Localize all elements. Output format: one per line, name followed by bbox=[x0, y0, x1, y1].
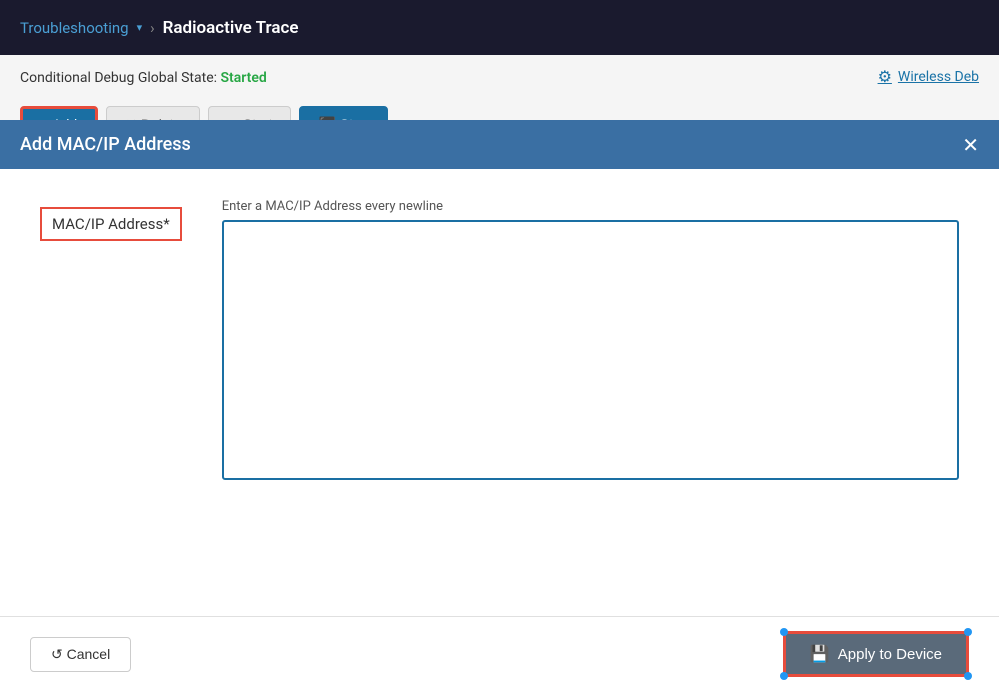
modal-title: Add MAC/IP Address bbox=[20, 134, 191, 155]
nav-separator: › bbox=[150, 19, 155, 37]
field-hint-text: Enter a MAC/IP Address every newline bbox=[222, 199, 959, 214]
modal-footer: ↺ Cancel 💾 Apply to Device bbox=[0, 616, 999, 691]
apply-to-device-button[interactable]: 💾 Apply to Device bbox=[783, 631, 969, 677]
corner-dot-bl bbox=[780, 672, 788, 680]
modal-header: Add MAC/IP Address ✕ bbox=[0, 120, 999, 169]
debug-status-container: Conditional Debug Global State: Started bbox=[20, 67, 267, 86]
debug-status-value: Started bbox=[221, 70, 267, 86]
add-mac-ip-modal: Add MAC/IP Address ✕ MAC/IP Address* Ent… bbox=[0, 120, 999, 691]
corner-dot-br bbox=[964, 672, 972, 680]
mac-ip-field-label: MAC/IP Address* bbox=[40, 207, 182, 241]
floppy-disk-icon: 💾 bbox=[810, 644, 830, 664]
nav-dropdown-arrow-icon[interactable]: ▾ bbox=[137, 21, 143, 34]
corner-dot-tl bbox=[780, 628, 788, 636]
modal-body: MAC/IP Address* Enter a MAC/IP Address e… bbox=[0, 169, 999, 616]
page-title: Radioactive Trace bbox=[163, 18, 299, 38]
top-nav-bar: Troubleshooting ▾ › Radioactive Trace bbox=[0, 0, 999, 55]
apply-button-label: Apply to Device bbox=[838, 646, 942, 663]
mac-ip-input-container: Enter a MAC/IP Address every newline bbox=[222, 199, 959, 480]
toolbar-area: Conditional Debug Global State: Started … bbox=[0, 55, 999, 98]
nav-troubleshooting-link[interactable]: Troubleshooting bbox=[20, 19, 129, 37]
wireless-debug-label: Wireless Deb bbox=[898, 69, 979, 85]
mac-ip-textarea[interactable] bbox=[222, 220, 959, 480]
debug-status-label: Conditional Debug Global State: Started bbox=[20, 70, 267, 86]
corner-dot-tr bbox=[964, 628, 972, 636]
wireless-debug-button[interactable]: ⚙ Wireless Deb bbox=[878, 67, 979, 86]
cancel-button[interactable]: ↺ Cancel bbox=[30, 637, 131, 672]
gear-icon: ⚙ bbox=[878, 67, 892, 86]
field-label-container: MAC/IP Address* bbox=[40, 199, 182, 241]
modal-close-button[interactable]: ✕ bbox=[962, 135, 979, 155]
